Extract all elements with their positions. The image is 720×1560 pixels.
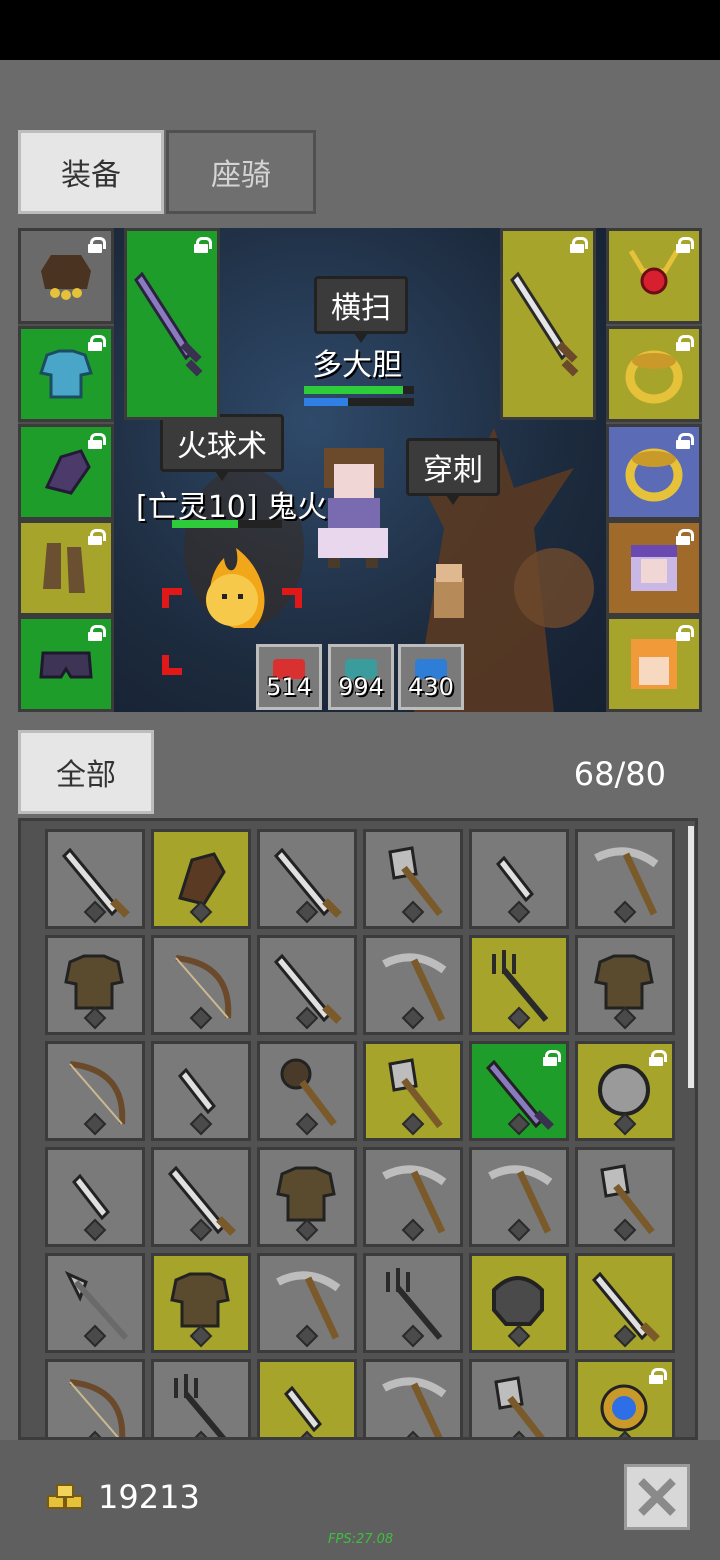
fps-counter: FPS:27.08	[328, 1532, 394, 1547]
bow-icon	[69, 1379, 126, 1437]
potion-count: 430	[408, 673, 454, 701]
tab-all-items[interactable]: 全部	[18, 730, 154, 814]
inventory-slot[interactable]	[257, 1041, 357, 1141]
potion-slot-blue[interactable]: 430	[398, 644, 464, 710]
close-button[interactable]	[624, 1464, 690, 1530]
player-name: 多大胆	[312, 348, 402, 383]
inventory-slot[interactable]	[469, 935, 569, 1035]
lock-icon	[675, 335, 694, 351]
inventory-slot[interactable]	[363, 829, 463, 929]
lock-icon	[87, 335, 106, 351]
inventory-slot[interactable]	[575, 829, 675, 929]
lock-icon	[87, 237, 106, 253]
inventory-slot[interactable]	[469, 829, 569, 929]
inventory-slot[interactable]	[45, 1147, 145, 1247]
inventory-slot[interactable]	[45, 1253, 145, 1353]
inventory-grid[interactable]	[18, 818, 698, 1440]
skill-bubble-fireball: 火球术	[160, 414, 284, 481]
dagger-icon	[284, 1385, 322, 1433]
inventory-slot[interactable]	[469, 1041, 569, 1141]
lock-icon	[675, 529, 694, 545]
lock-icon	[87, 625, 106, 641]
inventory-slot[interactable]	[257, 1359, 357, 1437]
inventory-capacity: 68/80	[573, 755, 666, 793]
inventory-slot[interactable]	[45, 935, 145, 1035]
inventory-slot[interactable]	[45, 1359, 145, 1437]
pickaxe-icon	[382, 1377, 447, 1437]
inventory-slot[interactable]	[151, 1253, 251, 1353]
inventory-slot[interactable]	[45, 829, 145, 929]
pet-slot[interactable]	[606, 616, 702, 712]
player-mp-bar	[304, 398, 414, 406]
inventory-slot[interactable]	[363, 935, 463, 1035]
lock-icon	[87, 529, 106, 545]
inventory-slot[interactable]	[469, 1147, 569, 1247]
lock-icon	[675, 625, 694, 641]
inventory-slot[interactable]	[575, 1359, 675, 1437]
status-bar	[0, 0, 720, 60]
inventory-slot[interactable]	[151, 1147, 251, 1247]
inventory-slot[interactable]	[363, 1359, 463, 1437]
sword-icon	[510, 271, 579, 377]
close-icon	[638, 1478, 676, 1516]
inventory-scrollbar[interactable]	[688, 826, 694, 1088]
trident-icon	[174, 1374, 227, 1437]
pants-slot[interactable]	[18, 616, 114, 712]
gold-amount: 19213	[98, 1478, 200, 1516]
companion-slot[interactable]	[606, 520, 702, 616]
axe-icon	[494, 1376, 545, 1437]
armor-slot[interactable]	[18, 326, 114, 422]
potion-count: 514	[266, 673, 312, 701]
inventory-slot[interactable]	[469, 1359, 569, 1437]
inventory-slot[interactable]	[257, 1147, 357, 1247]
inventory-slot[interactable]	[363, 1147, 463, 1247]
boots-slot[interactable]	[18, 520, 114, 616]
inventory-slot[interactable]	[151, 935, 251, 1035]
gloves-slot[interactable]	[18, 424, 114, 520]
ring-slot-2[interactable]	[606, 424, 702, 520]
archer-enemy	[434, 564, 464, 618]
inventory-slot[interactable]	[469, 1253, 569, 1353]
lock-icon	[675, 433, 694, 449]
tab-equipment[interactable]: 装备	[18, 130, 164, 214]
lock-icon	[648, 1050, 667, 1066]
inventory-slot[interactable]	[257, 829, 357, 929]
ring-slot[interactable]	[606, 326, 702, 422]
lock-icon	[569, 237, 588, 253]
inventory-slot[interactable]	[575, 935, 675, 1035]
purple-sword-icon	[134, 271, 203, 377]
potion-slot-teal[interactable]: 994	[328, 644, 394, 710]
inventory-slot[interactable]	[257, 1253, 357, 1353]
necklace-slot[interactable]	[606, 228, 702, 324]
potion-slot-red[interactable]: 514	[256, 644, 322, 710]
lock-icon	[87, 433, 106, 449]
potion-count: 994	[338, 673, 384, 701]
inventory-slot[interactable]	[151, 829, 251, 929]
player-hp-bar	[304, 386, 414, 394]
inventory-slot[interactable]	[363, 1041, 463, 1141]
enemy-hp-bar	[172, 520, 282, 528]
inventory-slot[interactable]	[575, 1253, 675, 1353]
lock-icon	[193, 237, 212, 253]
player-character	[318, 448, 388, 568]
inventory-slot[interactable]	[575, 1041, 675, 1141]
offhand-weapon-slot[interactable]	[500, 228, 596, 420]
lock-icon	[675, 237, 694, 253]
main-weapon-slot[interactable]	[124, 228, 220, 420]
skill-bubble-pierce: 穿刺	[406, 438, 500, 505]
helmet-slot[interactable]	[18, 228, 114, 324]
tab-mount[interactable]: 座骑	[166, 130, 316, 214]
gold-coin-icon	[47, 1484, 83, 1509]
skill-bubble-sweep: 横扫	[314, 276, 408, 343]
inventory-slot[interactable]	[575, 1147, 675, 1247]
inventory-slot[interactable]	[363, 1253, 463, 1353]
inventory-slot[interactable]	[257, 935, 357, 1035]
inventory-slot[interactable]	[45, 1041, 145, 1141]
lock-icon	[542, 1050, 561, 1066]
lock-icon	[648, 1368, 667, 1384]
inventory-slot[interactable]	[151, 1041, 251, 1141]
inventory-slot[interactable]	[151, 1359, 251, 1437]
